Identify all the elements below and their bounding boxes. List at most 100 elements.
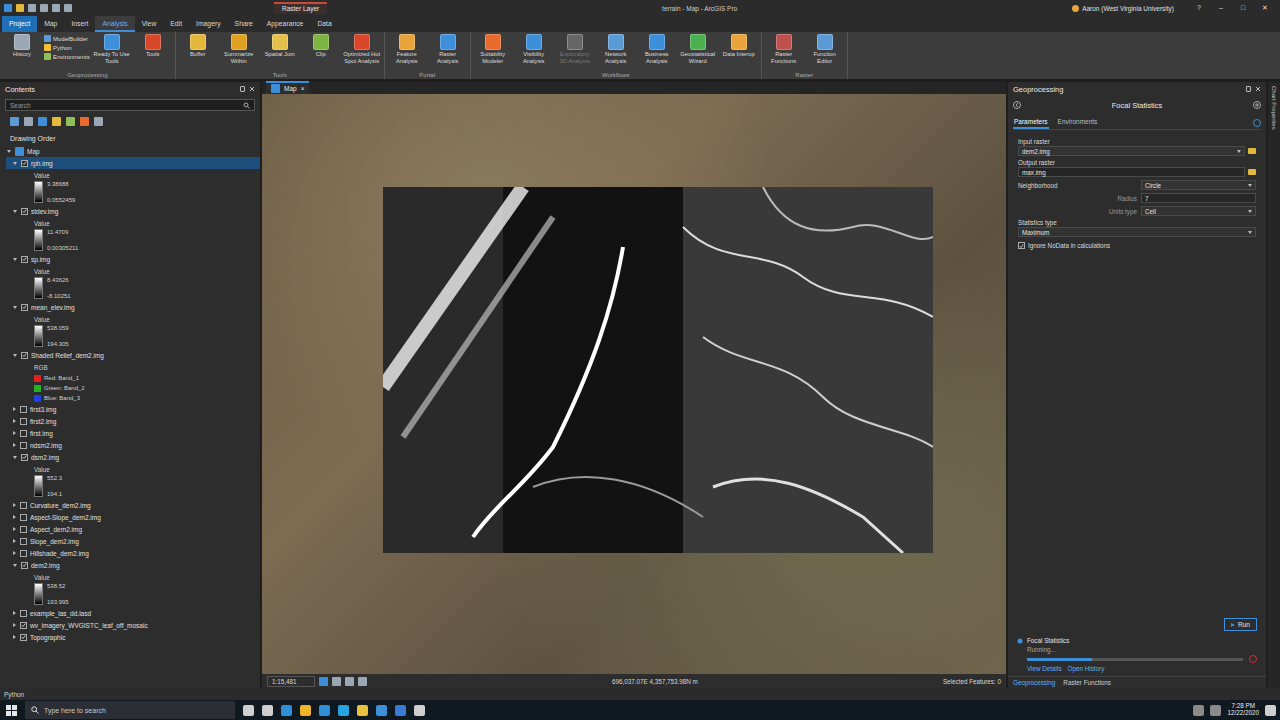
checkbox[interactable] — [1018, 242, 1025, 249]
ribbon-tab[interactable]: View — [135, 16, 164, 32]
help-button[interactable]: ? — [1188, 0, 1210, 16]
tray-icon[interactable] — [1210, 705, 1221, 716]
side-tab[interactable]: Chart Properties — [1271, 86, 1277, 688]
parameter-field[interactable]: max.img — [1018, 167, 1245, 177]
ribbon-button[interactable]: Optimized Hot Spot Analysis — [343, 34, 381, 64]
close-icon[interactable] — [1255, 86, 1261, 92]
visibility-checkbox[interactable] — [21, 160, 28, 167]
ribbon-small-button[interactable]: Python — [44, 44, 90, 51]
parameter-field[interactable]: Maximum — [1018, 227, 1256, 237]
taskbar-app-icon[interactable] — [357, 705, 368, 716]
layer-row[interactable]: first3.img — [6, 403, 260, 415]
dropdown-icon[interactable] — [1248, 184, 1252, 187]
ribbon-button[interactable]: Data Interop — [720, 34, 758, 58]
view-icon[interactable] — [10, 117, 19, 126]
expand-icon[interactable] — [13, 515, 16, 519]
layer-row[interactable]: Slope_dem2.img — [6, 535, 260, 547]
expand-icon[interactable] — [13, 306, 17, 309]
dropdown-icon[interactable] — [1237, 150, 1241, 153]
layer-row[interactable]: stdev.img — [6, 205, 260, 217]
expand-icon[interactable] — [13, 456, 17, 459]
expand-icon[interactable] — [13, 503, 16, 507]
ribbon-button[interactable]: Suitability Modeler — [474, 34, 512, 64]
ribbon-tab[interactable]: Project — [2, 16, 37, 32]
window-control[interactable]: ✕ — [1254, 0, 1276, 16]
layer-row[interactable]: example_las_dd.lasd — [6, 607, 260, 619]
ribbon-tab[interactable]: Share — [228, 16, 260, 32]
pane-tab[interactable]: Geoprocessing — [1013, 679, 1055, 686]
expand-icon[interactable] — [13, 527, 16, 531]
visibility-checkbox[interactable] — [20, 622, 27, 629]
pane-tab[interactable]: Raster Functions — [1063, 679, 1111, 686]
expand-icon[interactable] — [7, 150, 11, 153]
layer-row[interactable]: dsm2.img — [6, 451, 260, 463]
tool-tab[interactable]: Parameters — [1013, 116, 1049, 129]
add-icon[interactable] — [1253, 101, 1261, 109]
scale-field[interactable]: 1:15,481 — [267, 676, 315, 687]
layer-row[interactable]: rph.img — [6, 157, 260, 169]
taskbar-app-icon[interactable] — [281, 705, 292, 716]
progress-link[interactable]: Open History — [1068, 665, 1105, 672]
navigation-icon[interactable] — [319, 677, 328, 686]
ribbon-button[interactable]: Function Editor — [806, 34, 844, 64]
visibility-checkbox[interactable] — [20, 550, 27, 557]
layer-row[interactable]: first2.img — [6, 415, 260, 427]
layer-row[interactable]: Aspect_dem2.img — [6, 523, 260, 535]
expand-icon[interactable] — [13, 564, 17, 567]
expand-icon[interactable] — [13, 258, 17, 261]
ribbon-button[interactable]: Feature Analysis — [388, 34, 426, 64]
parameter-field[interactable]: 7 — [1141, 193, 1256, 203]
ribbon-tab[interactable]: Insert — [64, 16, 95, 32]
layer-row[interactable]: dem2.img — [6, 559, 260, 571]
ribbon-tab[interactable]: Edit — [163, 16, 189, 32]
expand-icon[interactable] — [13, 431, 16, 435]
map-tab[interactable]: Map× — [266, 81, 309, 94]
view-icon[interactable] — [66, 117, 75, 126]
tool-tab[interactable]: Environments — [1057, 116, 1099, 129]
ribbon-button[interactable]: Spatial Join — [261, 34, 299, 58]
visibility-checkbox[interactable] — [20, 406, 27, 413]
layer-row[interactable]: Hillshade_dem2.img — [6, 547, 260, 559]
folder-icon[interactable] — [1248, 169, 1256, 175]
visibility-checkbox[interactable] — [21, 304, 28, 311]
ribbon-small-button[interactable]: Environments — [44, 53, 90, 60]
layer-row[interactable]: sp.img — [6, 253, 260, 265]
tray-icon[interactable] — [1193, 705, 1204, 716]
map-node[interactable]: Map — [6, 145, 260, 157]
taskbar-app-icon[interactable] — [262, 705, 273, 716]
visibility-checkbox[interactable] — [20, 502, 27, 509]
visibility-checkbox[interactable] — [20, 418, 27, 425]
ribbon-button[interactable]: Clip — [302, 34, 340, 58]
view-icon[interactable] — [24, 117, 33, 126]
expand-icon[interactable] — [13, 354, 17, 357]
layer-row[interactable]: wv_imagery_WVGISTC_leaf_off_mosaic — [6, 619, 260, 631]
window-control[interactable]: □ — [1232, 0, 1254, 16]
view-icon[interactable] — [38, 117, 47, 126]
taskbar-app-icon[interactable] — [243, 705, 254, 716]
ribbon-button[interactable]: Network Analysis — [597, 34, 635, 64]
quick-access-icon[interactable] — [52, 4, 60, 12]
visibility-checkbox[interactable] — [20, 538, 27, 545]
ribbon-button[interactable]: History — [3, 34, 41, 58]
progress-link[interactable]: View Details — [1027, 665, 1062, 672]
ribbon-button[interactable]: Raster Analysis — [429, 34, 467, 64]
parameter-field[interactable]: dem2.img — [1018, 146, 1245, 156]
close-icon[interactable] — [249, 86, 255, 92]
visibility-checkbox[interactable] — [20, 442, 27, 449]
visibility-checkbox[interactable] — [20, 514, 27, 521]
expand-icon[interactable] — [13, 210, 17, 213]
map-canvas[interactable] — [262, 94, 1006, 674]
clock[interactable]: 7:28 PM12/22/2020 — [1227, 703, 1259, 717]
run-button[interactable]: Run — [1224, 618, 1257, 631]
ribbon-tab[interactable]: Map — [37, 16, 64, 32]
ribbon-button[interactable]: Visibility Analysis — [515, 34, 553, 64]
ribbon-button[interactable]: Tools — [134, 34, 172, 58]
pin-icon[interactable] — [240, 86, 245, 92]
visibility-checkbox[interactable] — [20, 634, 27, 641]
python-window-tab[interactable]: Python — [4, 691, 24, 698]
ribbon-small-button[interactable]: ModelBuilder — [44, 35, 90, 42]
layer-row[interactable]: ndsm2.img — [6, 439, 260, 451]
ribbon-tab[interactable]: Analysis — [95, 16, 134, 32]
expand-icon[interactable] — [13, 539, 16, 543]
visibility-checkbox[interactable] — [21, 562, 28, 569]
